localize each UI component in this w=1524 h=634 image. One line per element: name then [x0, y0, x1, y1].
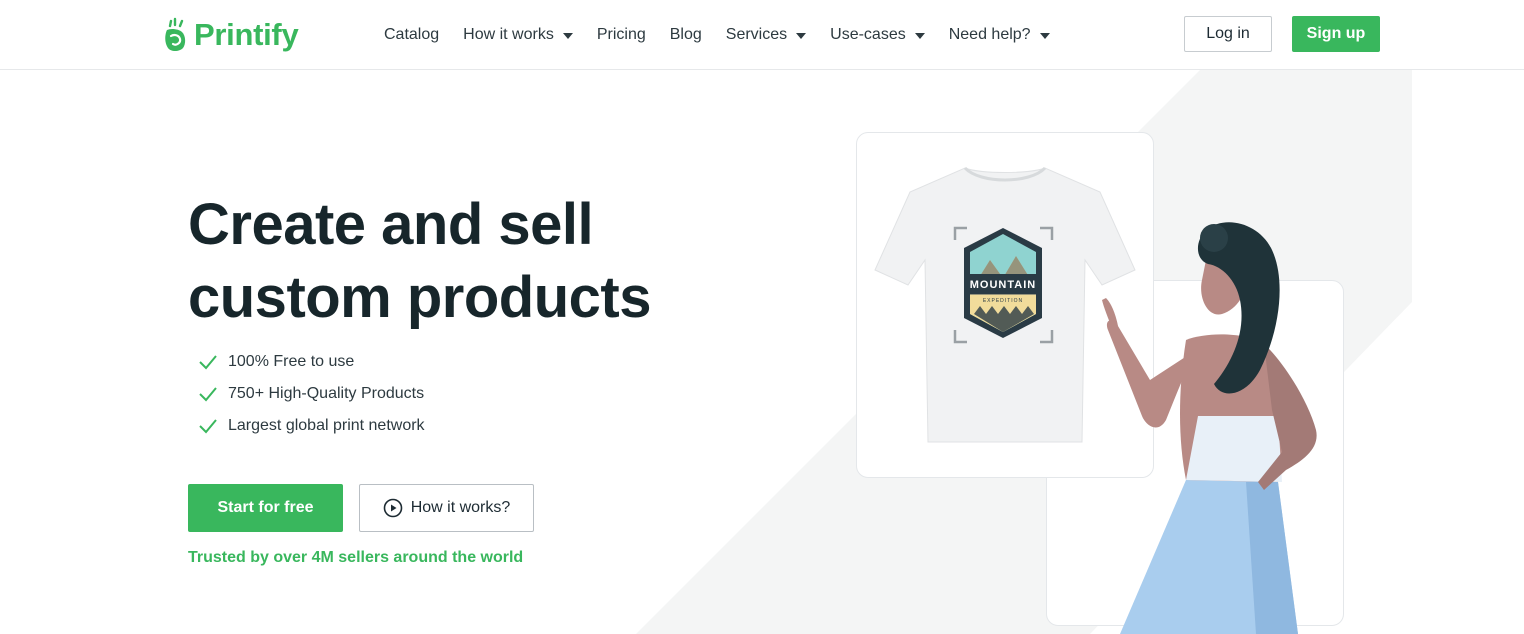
nav-catalog[interactable]: Catalog: [384, 22, 439, 48]
hero-title: Create and sell custom products: [188, 188, 708, 334]
brand-name: Printify: [194, 17, 299, 52]
nav-pricing[interactable]: Pricing: [597, 22, 646, 48]
badge-subtitle: EXPEDITION: [983, 298, 1023, 304]
nav-need-help[interactable]: Need help?: [949, 22, 1050, 48]
nav-label: Catalog: [384, 26, 440, 43]
nav-services[interactable]: Services: [725, 22, 807, 48]
nav-label: Services: [725, 26, 788, 43]
feature-text: 750+ High-Quality Products: [228, 385, 425, 402]
feature-text: 100% Free to use: [228, 353, 355, 370]
how-it-works-label: How it works?: [410, 499, 511, 516]
feature-list: 100% Free to use 750+ High-Quality Produ…: [198, 346, 425, 442]
hero-title-line: Create and sell: [188, 192, 594, 257]
nav-use-cases[interactable]: Use-cases: [830, 22, 925, 48]
nav-label: Blog: [669, 26, 702, 43]
start-for-free-button[interactable]: Start for free: [188, 484, 343, 532]
signup-button[interactable]: Sign up: [1292, 16, 1380, 52]
feature-item: Largest global print network: [198, 410, 425, 442]
trusted-text: Trusted by over 4M sellers around the wo…: [188, 549, 524, 566]
caret-down-icon: [1039, 33, 1050, 39]
nav-label: Pricing: [596, 26, 646, 43]
site-header: Printify Catalog How it works Pricing Bl…: [0, 0, 1524, 70]
nav-label: Need help?: [948, 26, 1031, 43]
login-button[interactable]: Log in: [1184, 16, 1272, 52]
brand-logo[interactable]: Printify: [162, 15, 299, 55]
check-icon: [199, 355, 217, 370]
nav-how-it-works[interactable]: How it works: [463, 22, 573, 48]
nav-label: Use-cases: [830, 26, 906, 43]
check-icon: [199, 387, 217, 402]
caret-down-icon: [914, 33, 925, 39]
badge-title: MOUNTAIN: [970, 279, 1036, 291]
woman-pointing-illustration: [1102, 222, 1317, 634]
feature-text: Largest global print network: [228, 417, 425, 434]
play-circle-icon: [383, 498, 403, 518]
caret-down-icon: [796, 33, 807, 39]
nav-label: How it works: [463, 26, 554, 43]
main-nav: Catalog How it works Pricing Blog Servic…: [384, 22, 1074, 48]
caret-down-icon: [562, 33, 573, 39]
how-it-works-button[interactable]: How it works?: [359, 484, 534, 532]
check-icon: [199, 419, 217, 434]
hero-title-line: custom products: [188, 265, 652, 330]
feature-item: 100% Free to use: [198, 346, 425, 378]
feature-item: 750+ High-Quality Products: [198, 378, 425, 410]
printify-logo-icon: [165, 17, 186, 51]
nav-blog[interactable]: Blog: [670, 22, 702, 48]
